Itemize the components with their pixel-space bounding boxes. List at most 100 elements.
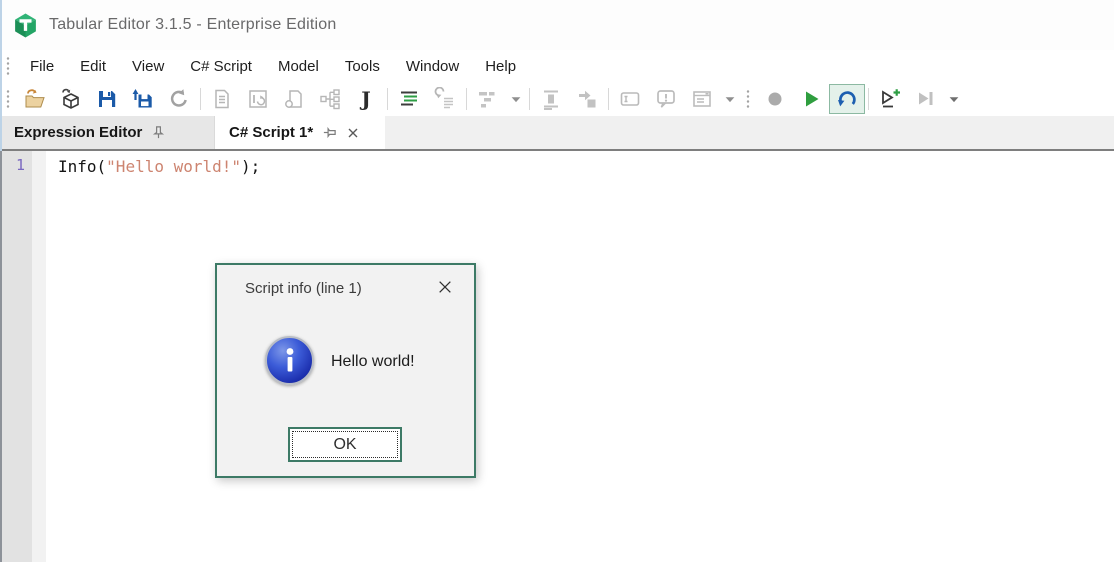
script-window-button[interactable]	[240, 84, 276, 114]
run-to-end-button[interactable]	[908, 84, 944, 114]
code-editor[interactable]: 1 Info("Hello world!");	[0, 151, 1114, 562]
insert-column-icon	[544, 90, 558, 110]
toolbar-separator	[387, 88, 388, 110]
dropdown-icon	[949, 97, 959, 103]
tab-label: C# Script 1*	[229, 124, 314, 141]
close-icon	[348, 128, 358, 137]
dialog-message: Hello world!	[331, 353, 415, 370]
run-new-button[interactable]	[872, 84, 908, 114]
toolbar-separator	[466, 88, 467, 110]
pinned-tab-button[interactable]	[322, 125, 337, 140]
csharp-script-icon: J	[359, 87, 370, 111]
message-bubble-icon	[657, 90, 675, 108]
open-model-button[interactable]	[53, 84, 89, 114]
hierarchy-icon	[320, 89, 340, 110]
output-window-icon	[693, 91, 711, 107]
pin-tab-button[interactable]	[151, 125, 166, 140]
info-glyph	[286, 347, 293, 371]
app-logo-icon	[15, 13, 36, 37]
toolbar-separator	[868, 88, 869, 110]
script-info-dialog: Script info (line 1) Hello world! OK	[215, 263, 476, 478]
line-number-gutter: 1	[2, 151, 32, 562]
layout-blocks-icon	[479, 92, 495, 108]
goto-icon	[579, 90, 596, 108]
tab-strip: Expression Editor C# Script 1*	[0, 116, 1114, 151]
open-file-button[interactable]	[17, 84, 53, 114]
document-button[interactable]	[204, 84, 240, 114]
menu-edit[interactable]: Edit	[67, 58, 119, 75]
record-icon	[768, 92, 782, 106]
open-model-icon	[62, 88, 79, 109]
hierarchy-button[interactable]	[312, 84, 348, 114]
menu-tools[interactable]: Tools	[332, 58, 393, 75]
run-new-icon	[882, 89, 900, 108]
layout-blocks-button[interactable]	[470, 84, 506, 114]
tab-label: Expression Editor	[14, 124, 143, 141]
menu-view[interactable]: View	[119, 58, 177, 75]
script-window-icon	[249, 90, 267, 108]
menu-model[interactable]: Model	[265, 58, 332, 75]
format-document-icon	[401, 91, 417, 106]
menu-bar: File Edit View C# Script Model Tools Win…	[0, 50, 1114, 82]
toolbar-grip[interactable]	[6, 89, 10, 109]
menu-csharp-script[interactable]: C# Script	[177, 58, 265, 75]
tab-csharp-script-1[interactable]: C# Script 1*	[215, 116, 385, 149]
goto-button[interactable]	[569, 84, 605, 114]
output-window-button[interactable]	[684, 84, 720, 114]
editor-margin	[32, 151, 46, 562]
dialog-title: Script info (line 1)	[245, 280, 362, 297]
undo-last-button[interactable]	[829, 84, 865, 114]
menu-help[interactable]: Help	[472, 58, 529, 75]
run-icon	[806, 91, 819, 107]
tab-expression-editor[interactable]: Expression Editor	[0, 116, 215, 149]
toolbar-separator	[608, 88, 609, 110]
run-to-end-icon	[919, 92, 933, 105]
toolbar-separator	[529, 88, 530, 110]
open-file-icon	[25, 89, 45, 108]
close-tab-button[interactable]	[346, 126, 360, 140]
refresh-button[interactable]	[161, 84, 197, 114]
save-all-icon	[132, 89, 152, 108]
save-button[interactable]	[89, 84, 125, 114]
record-button[interactable]	[757, 84, 793, 114]
dialog-close-button[interactable]	[436, 278, 454, 296]
dropdown-icon	[511, 97, 521, 103]
selection-box-button[interactable]	[612, 84, 648, 114]
layout-dropdown-button[interactable]	[506, 84, 526, 114]
csharp-script-button[interactable]: J	[348, 84, 384, 114]
menubar-grip[interactable]	[6, 56, 10, 76]
title-bar: Tabular Editor 3.1.5 - Enterprise Editio…	[0, 0, 1114, 50]
run-button[interactable]	[793, 84, 829, 114]
insert-column-button[interactable]	[533, 84, 569, 114]
main-toolbar: J	[0, 82, 1114, 116]
run-dropdown-button[interactable]	[944, 84, 964, 114]
dropdown-icon	[725, 97, 735, 103]
info-icon	[265, 336, 314, 385]
svg-text:J: J	[359, 87, 370, 111]
format-document-button[interactable]	[391, 84, 427, 114]
line-number: 1	[15, 156, 25, 174]
format-undo-icon	[434, 87, 453, 109]
save-icon	[99, 91, 116, 107]
refresh-icon	[170, 89, 187, 107]
toolbar-grip[interactable]	[746, 89, 750, 109]
close-icon	[439, 281, 451, 293]
document-icon	[215, 89, 229, 109]
pinned-icon	[324, 126, 336, 139]
ok-button[interactable]: OK	[288, 427, 402, 462]
selection-box-icon	[620, 92, 640, 106]
string-token: "Hello world!"	[106, 157, 242, 176]
copy-page-icon	[285, 90, 302, 108]
output-dropdown-button[interactable]	[720, 84, 740, 114]
copy-page-button[interactable]	[276, 84, 312, 114]
format-undo-button[interactable]	[427, 84, 463, 114]
menu-window[interactable]: Window	[393, 58, 472, 75]
menu-file[interactable]: File	[17, 58, 67, 75]
window-title: Tabular Editor 3.1.5 - Enterprise Editio…	[49, 16, 337, 33]
save-all-button[interactable]	[125, 84, 161, 114]
code-token: );	[241, 157, 261, 176]
code-area[interactable]: Info("Hello world!");	[46, 151, 1114, 562]
code-token: Info(	[58, 157, 107, 176]
toolbar-separator	[200, 88, 201, 110]
message-bubble-button[interactable]	[648, 84, 684, 114]
